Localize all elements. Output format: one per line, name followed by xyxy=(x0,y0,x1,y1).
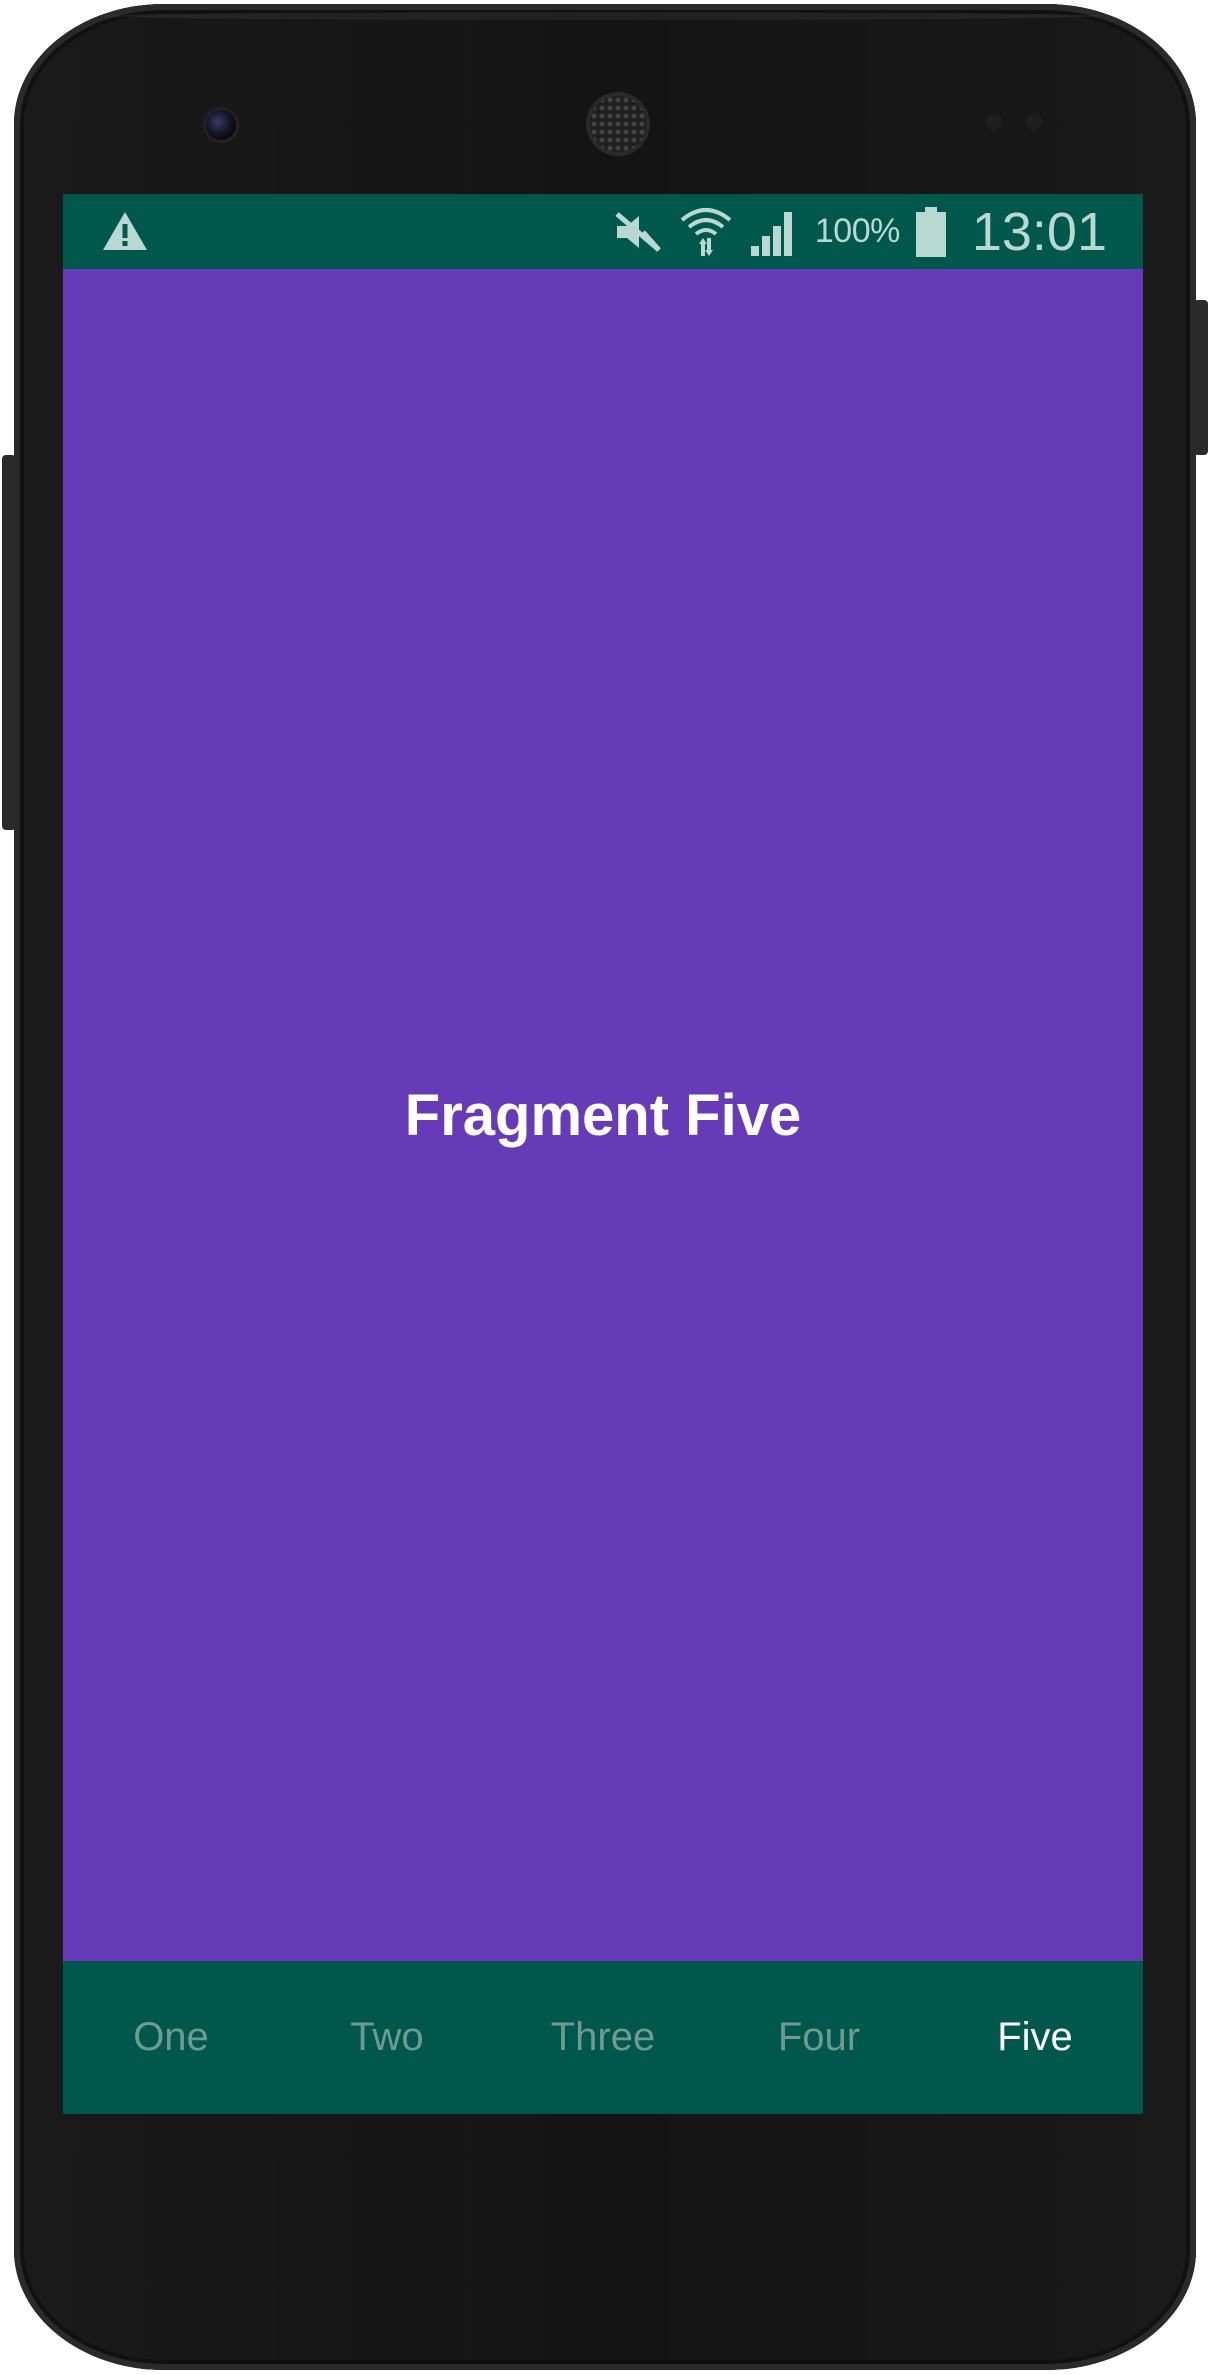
earpiece-speaker xyxy=(590,96,646,152)
light-sensor xyxy=(1026,114,1042,130)
vibrate-off-icon xyxy=(613,210,663,254)
front-camera xyxy=(206,110,236,140)
volume-button xyxy=(2,455,16,830)
nav-item-one[interactable]: One xyxy=(63,1961,279,2114)
power-button xyxy=(1194,300,1208,455)
app-screen: 100% 13:01 Fragment Five One Two Three F… xyxy=(63,194,1143,2114)
device-edge-highlight xyxy=(104,12,1104,20)
cell-signal-icon xyxy=(749,208,799,256)
fragment-title: Fragment Five xyxy=(404,1082,802,1148)
fragment-content: Fragment Five xyxy=(63,269,1143,1961)
battery-percent: 100% xyxy=(814,212,900,250)
proximity-sensor xyxy=(986,114,1002,130)
nav-item-four[interactable]: Four xyxy=(711,1961,927,2114)
nav-item-three[interactable]: Three xyxy=(495,1961,711,2114)
bottom-navigation: One Two Three Four Five xyxy=(63,1961,1143,2114)
warning-icon xyxy=(101,210,149,252)
wifi-icon xyxy=(679,206,733,258)
nav-item-two[interactable]: Two xyxy=(279,1961,495,2114)
status-icons: 100% 13:01 xyxy=(613,194,1107,269)
status-clock: 13:01 xyxy=(971,201,1107,262)
status-bar: 100% 13:01 xyxy=(63,194,1143,269)
nav-item-five[interactable]: Five xyxy=(927,1961,1143,2114)
battery-full-icon xyxy=(915,206,946,257)
